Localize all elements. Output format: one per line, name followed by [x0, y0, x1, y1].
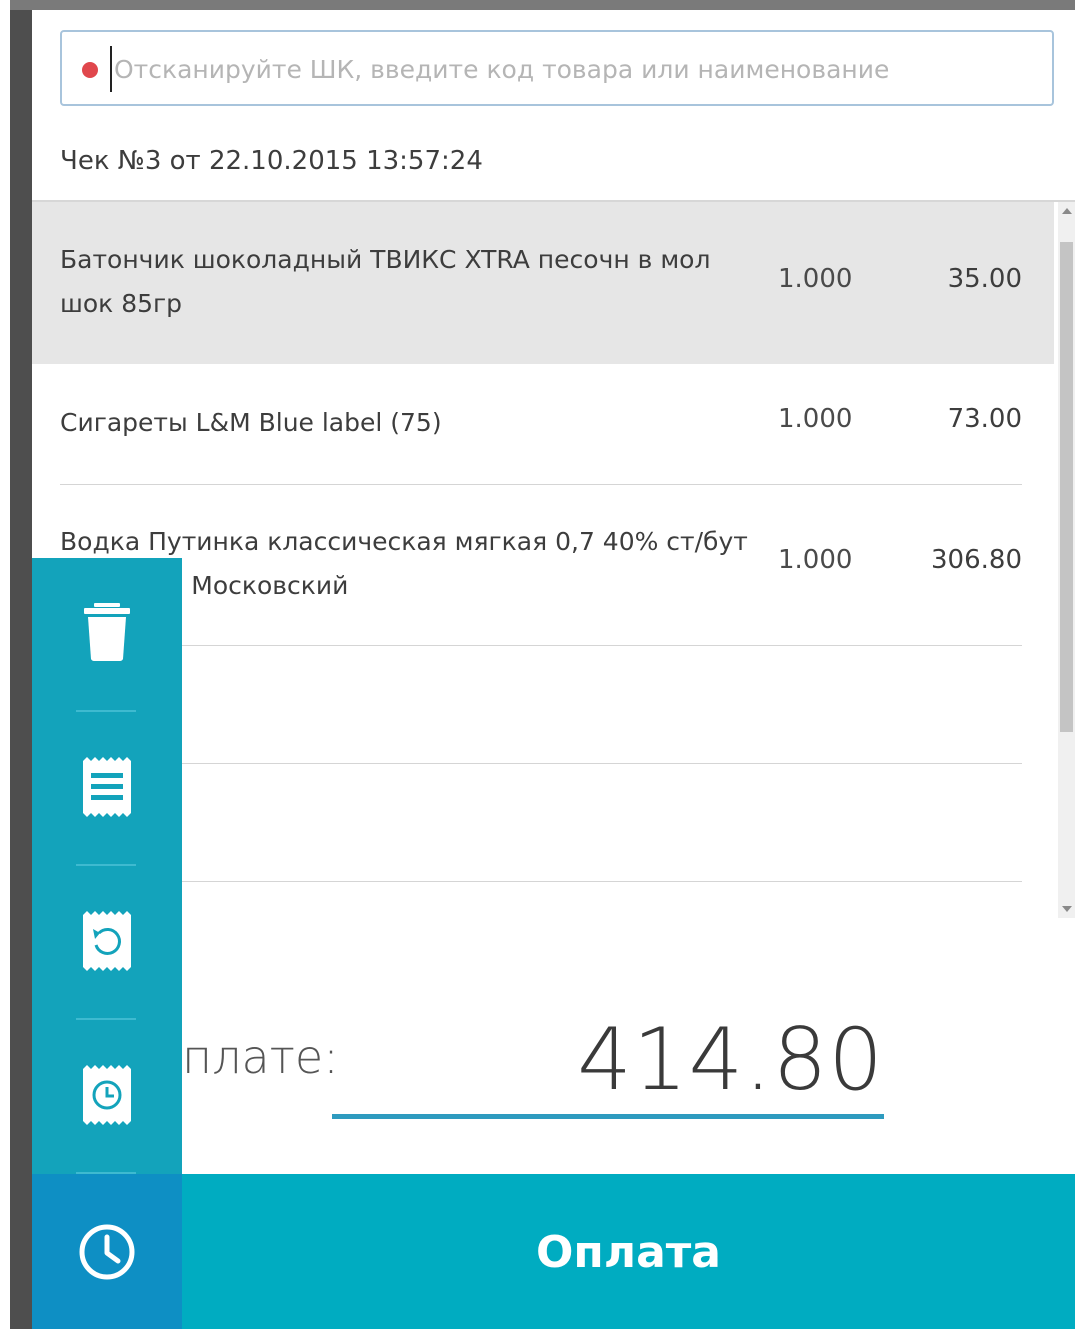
item-sum: 306.80 [931, 545, 1022, 575]
receipt-list-icon [83, 757, 131, 817]
total-underline [332, 1114, 884, 1119]
item-qty: 1.000 [778, 545, 853, 575]
receipt-items-list: Батончик шоколадный ТВИКС XTRA песочн в … [32, 200, 1075, 920]
deferred-receipt-button[interactable] [32, 1020, 182, 1170]
receipt-deferred-icon [83, 1065, 131, 1125]
search-box[interactable] [60, 30, 1054, 106]
row-divider [60, 881, 1022, 882]
row-divider [60, 763, 1022, 764]
item-sum: 73.00 [947, 404, 1022, 434]
table-row[interactable]: Батончик шоколадный ТВИКС XTRA песочн в … [32, 202, 1054, 364]
total-label: плате: [182, 1030, 339, 1084]
window-border [10, 0, 32, 1329]
item-name: Батончик шоколадный ТВИКС XTRA песочн в … [60, 245, 711, 318]
item-sum: 35.00 [947, 264, 1022, 294]
history-button[interactable] [32, 1174, 182, 1329]
row-divider [60, 645, 1022, 646]
cashier-app: Чек №3 от 22.10.2015 13:57:24 Батончик ш… [32, 10, 1075, 1329]
table-row[interactable]: Сигареты L&M Blue label (75) 1.000 73.00 [32, 366, 1054, 484]
return-receipt-button[interactable] [32, 866, 182, 1016]
items-scrollbar[interactable] [1058, 202, 1075, 918]
receipt-title: Чек №3 от 22.10.2015 13:57:24 [60, 146, 483, 176]
pay-button[interactable]: Оплата [182, 1174, 1075, 1329]
item-name: Сигареты L&M Blue label (75) [60, 408, 442, 437]
window-left-edge [0, 0, 10, 1329]
receipt-return-icon [83, 911, 131, 971]
search-input[interactable] [110, 46, 1036, 92]
item-qty: 1.000 [778, 264, 853, 294]
item-qty: 1.000 [778, 404, 853, 434]
clock-icon [79, 1224, 135, 1279]
scanner-status-dot [82, 62, 98, 78]
receipt-list-button[interactable] [32, 712, 182, 862]
scroll-thumb[interactable] [1060, 242, 1073, 732]
window-top-border [10, 0, 1075, 10]
side-action-panel [32, 558, 182, 1329]
delete-button[interactable] [32, 558, 182, 708]
table-row[interactable]: Водка Путинка классическая мягкая 0,7 40… [32, 485, 1054, 645]
total-value: 414.80 [577, 1010, 884, 1110]
scroll-up-icon[interactable] [1062, 208, 1072, 214]
trash-icon [84, 603, 130, 661]
scroll-down-icon[interactable] [1062, 906, 1072, 912]
